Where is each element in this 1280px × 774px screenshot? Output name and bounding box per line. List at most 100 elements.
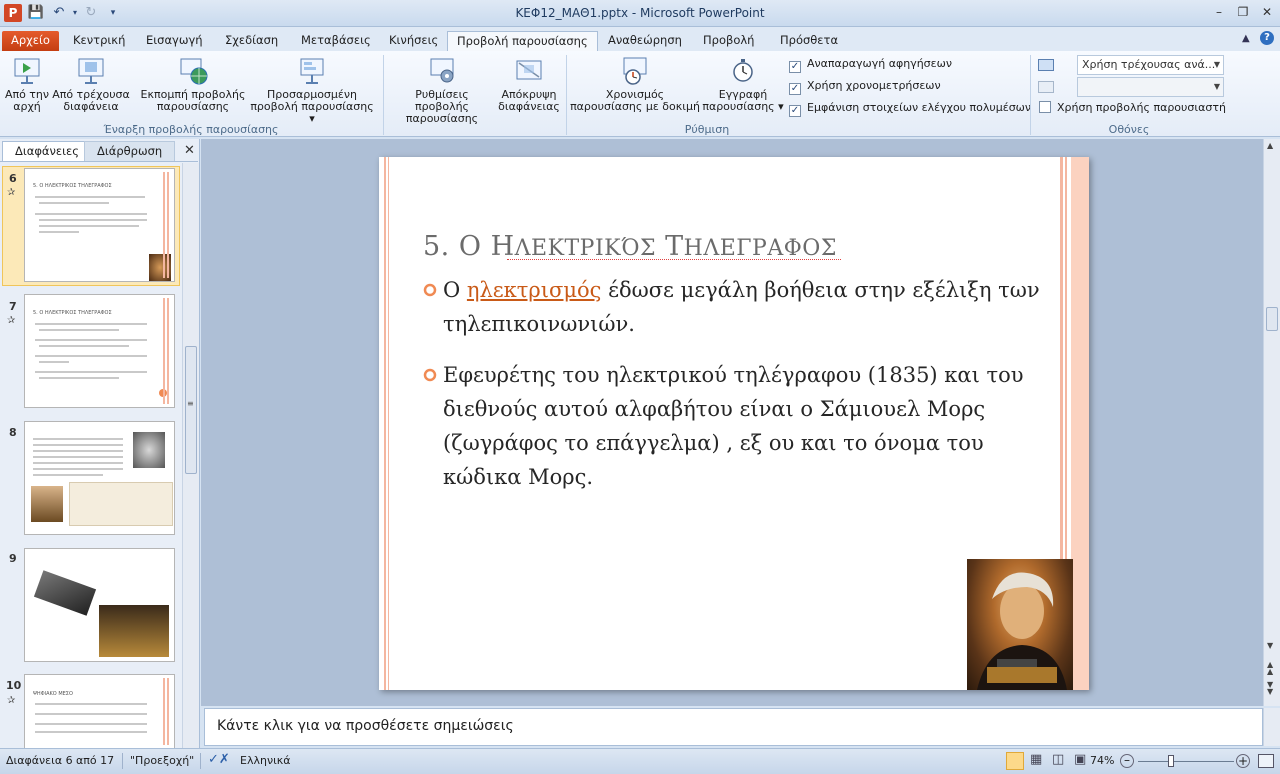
notes-scrollbar[interactable] (1263, 708, 1280, 746)
zoom-in-icon[interactable]: + (1236, 754, 1250, 768)
tab-file[interactable]: Αρχείο (2, 31, 59, 51)
editor-scrollbar[interactable]: ▲ ▼ ▲ ▲ ▼ ▼ (1263, 139, 1280, 706)
slide-thumbnail-6[interactable]: 5. Ο ΗΛΕΚΤΡΙΚΟΣ ΤΗΛΕΓΡΑΦΟΣ (24, 168, 175, 282)
zoom-level[interactable]: 74% (1090, 754, 1114, 767)
previous-slide-icon[interactable]: ▲ ▲ (1267, 661, 1273, 676)
window-title: ΚΕΦ12_ΜΑΘ1.pptx - Microsoft PowerPoint (515, 6, 765, 20)
notes-pane[interactable]: Κάντε κλικ για να προσθέσετε σημειώσεις (204, 708, 1263, 746)
resolution-dropdown[interactable]: ▼ (1077, 77, 1224, 97)
checkbox-unchecked-icon (1039, 101, 1051, 113)
record-slideshow-button[interactable]: Εγγραφή παρουσίασης ▾ (700, 56, 786, 113)
slideshow-view-icon[interactable]: ▣ (1074, 752, 1086, 767)
slide-thumbnail-10[interactable]: ΨΗΦΙΑΚΟ ΜΕΣΟ (24, 674, 175, 748)
slideshow-start-icon (12, 56, 42, 86)
slideshow-current-icon (76, 56, 106, 86)
morse-portrait-image[interactable] (967, 559, 1073, 690)
scroll-up-icon[interactable]: ▲ (1267, 141, 1273, 150)
tab-home[interactable]: Κεντρική (64, 31, 134, 51)
tab-view[interactable]: Προβολή (694, 31, 763, 51)
slide-number: 7 (9, 300, 17, 313)
scroll-down-icon[interactable]: ▼ (1267, 641, 1273, 650)
tab-insert[interactable]: Εισαγωγή (137, 31, 212, 51)
slide-number: 10 (6, 679, 22, 692)
monitor-icon (1038, 59, 1054, 71)
zoom-slider-thumb[interactable] (1168, 755, 1174, 767)
slide-counter: Διαφάνεια 6 από 17 (6, 754, 115, 767)
slide-thumbnail-8[interactable] (24, 421, 175, 535)
thumb-telegraph-key (33, 570, 97, 616)
checkbox-checked-icon: ✓ (789, 83, 801, 95)
broadcast-globe-icon (178, 56, 208, 86)
spellcheck-underline (507, 259, 841, 260)
bullet-ring-icon (423, 368, 443, 388)
theme-name[interactable]: "Προεξοχή" (130, 754, 194, 767)
tab-transitions[interactable]: Μεταβάσεις (292, 31, 380, 51)
bullet-text-1[interactable]: Ο ηλεκτρισμός έδωσε μεγάλη βοήθεια στην … (443, 273, 1043, 341)
tab-review[interactable]: Αναθεώρηση (599, 31, 691, 51)
slide-thumbnail-9[interactable] (24, 548, 175, 662)
group-label-setup: Ρύθμιση (684, 123, 730, 136)
chevron-down-icon: ▼ (1213, 82, 1220, 91)
hide-slide-button[interactable]: Απόκρυψη διαφάνειας (496, 56, 562, 113)
presenter-view-checkbox[interactable]: Χρήση προβολής παρουσιαστή (1039, 100, 1226, 116)
close-icon[interactable]: ✕ (1256, 3, 1278, 21)
tab-animations[interactable]: Κινήσεις (380, 31, 447, 51)
broadcast-slideshow-button[interactable]: Εκπομπή προβολής παρουσίασης (140, 56, 246, 113)
play-narrations-checkbox[interactable]: ✓ Αναπαραγωγή αφηγήσεων (789, 56, 952, 73)
show-media-controls-checkbox[interactable]: ✓ Εμφάνιση στοιχείων ελέγχου πολυμέσων (789, 100, 1031, 117)
custom-slideshow-icon (297, 56, 327, 86)
rehearse-timings-button[interactable]: Χρονισμός παρουσίασης με δοκιμή (570, 56, 700, 113)
slide-number: 8 (9, 426, 17, 439)
slideshow-settings-button[interactable]: Ρυθμίσεις προβολής παρουσίασης (388, 56, 496, 125)
panel-scrollbar[interactable]: ≡ (182, 163, 199, 748)
from-beginning-button[interactable]: Από την αρχή (2, 56, 52, 113)
show-on-monitor-dropdown[interactable]: Χρήση τρέχουσας ανά... ▼ (1077, 55, 1224, 75)
tab-addins[interactable]: Πρόσθετα (771, 31, 847, 51)
tab-slideshow[interactable]: Προβολή παρουσίασης (447, 31, 598, 51)
minimize-ribbon-icon[interactable]: ▲ (1242, 33, 1250, 44)
slide-canvas[interactable]: 5. Ο ΗΛΕΚΤΡΙΚΌΣ ΤΗΛΕΓΡΑΦΟΣ Ο ηλεκτρισμός… (379, 157, 1089, 690)
slide-title[interactable]: 5. Ο ΗΛΕΚΤΡΙΚΌΣ ΤΗΛΕΓΡΑΦΟΣ (423, 231, 837, 262)
record-timer-icon (728, 56, 758, 86)
tab-slides[interactable]: Διαφάνειες (2, 141, 93, 161)
bullet-ring-icon (423, 283, 443, 303)
status-divider (200, 753, 201, 769)
thumb-diagram (69, 482, 173, 526)
hide-slide-icon (514, 56, 544, 86)
zoom-out-icon[interactable]: – (1120, 754, 1134, 768)
custom-slideshow-button[interactable]: Προσαρμοσμένη προβολή παρουσίασης ▾ (246, 56, 378, 125)
tab-design[interactable]: Σχεδίαση (216, 31, 287, 51)
reading-view-icon[interactable]: ◫ (1052, 752, 1064, 767)
use-timings-checkbox[interactable]: ✓ Χρήση χρονομετρήσεων (789, 78, 941, 95)
proofing-icon[interactable]: ✓✗ (208, 752, 230, 767)
ribbon-tabs: Αρχείο Κεντρική Εισαγωγή Σχεδίαση Μεταβά… (0, 27, 1280, 51)
checkbox-checked-icon: ✓ (789, 61, 801, 73)
next-slide-icon[interactable]: ▼ ▼ (1267, 681, 1273, 696)
fit-slide-icon[interactable] (1258, 754, 1274, 768)
slide-border-line (388, 157, 389, 690)
title-bar: P 💾 ↶ ▾ ↻ ▾ ΚΕΦ12_ΜΑΘ1.pptx - Microsoft … (0, 0, 1280, 27)
thumb-device-photo (31, 486, 63, 522)
slide-thumbnail-7[interactable]: 5. Ο ΗΛΕΚΤΡΙΚΟΣ ΤΗΛΕΓΡΑΦΟΣ (24, 294, 175, 408)
zoom-slider-track[interactable] (1138, 761, 1234, 762)
minimize-icon[interactable]: – (1208, 3, 1230, 21)
normal-view-icon[interactable] (1006, 752, 1024, 770)
hyperlink-electricity[interactable]: ηλεκτρισμός (467, 278, 601, 302)
from-current-slide-button[interactable]: Από τρέχουσα διαφάνεια (52, 56, 130, 113)
slide-number: 6 (9, 172, 17, 185)
language-indicator[interactable]: Ελληνικά (240, 754, 291, 767)
slide-sorter-icon[interactable]: ▦ (1030, 752, 1042, 767)
editor-scroll-thumb[interactable] (1266, 307, 1278, 331)
slide-border-band (1071, 157, 1089, 690)
group-label-monitors: Οθόνες (1108, 123, 1150, 136)
bullet-text-2[interactable]: Εφευρέτης του ηλεκτρικού τηλέγραφου (183… (443, 358, 1043, 494)
thumb-telegraph-photo (99, 605, 169, 657)
help-icon[interactable]: ? (1260, 31, 1274, 45)
panel-scroll-thumb[interactable] (185, 346, 197, 474)
thumb-title: 5. Ο ΗΛΕΚΤΡΙΚΟΣ ΤΗΛΕΓΡΑΦΟΣ (33, 183, 112, 189)
restore-icon[interactable]: ❐ (1232, 3, 1254, 21)
slides-panel: Διαφάνειες Διάρθρωση ✕ 6 ✰ 5. Ο ΗΛΕΚΤΡΙΚ… (0, 139, 200, 748)
chevron-down-icon: ▼ (1213, 60, 1220, 69)
close-panel-icon[interactable]: ✕ (184, 143, 195, 158)
tab-outline[interactable]: Διάρθρωση (84, 141, 176, 161)
